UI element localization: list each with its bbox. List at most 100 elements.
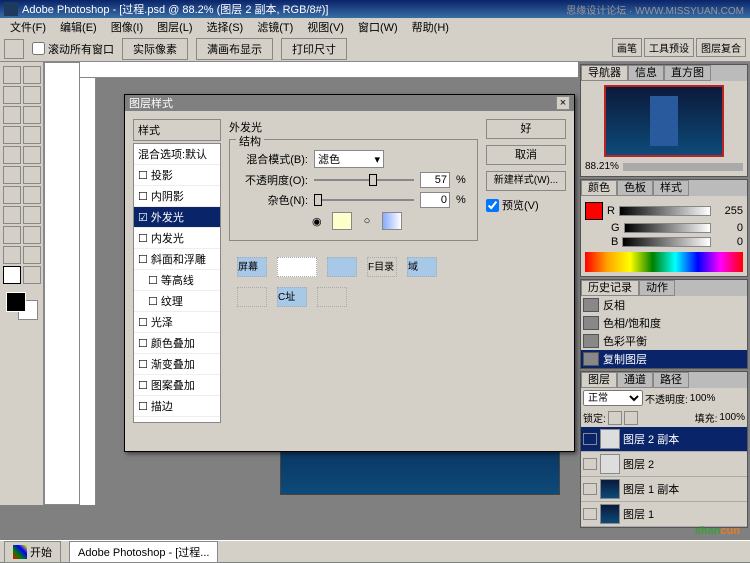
wand-tool[interactable] <box>23 86 41 104</box>
cancel-button[interactable]: 取消 <box>486 145 566 165</box>
history-item[interactable]: 色相/饱和度 <box>581 314 747 332</box>
dialog-titlebar[interactable]: 图层样式 × <box>125 95 574 111</box>
dodge-tool[interactable] <box>23 186 41 204</box>
zoom-slider[interactable] <box>623 163 743 171</box>
style-inner-shadow[interactable]: 内阴影 <box>134 186 220 207</box>
zoom-tool[interactable] <box>23 266 41 284</box>
close-icon[interactable]: × <box>556 96 570 110</box>
blend-options-item[interactable]: 混合选项:默认 <box>134 144 220 165</box>
noise-slider[interactable] <box>314 199 414 201</box>
taskbar-app-button[interactable]: Adobe Photoshop - [过程... <box>69 541 218 563</box>
tab-paths[interactable]: 路径 <box>653 372 689 388</box>
glow-color-chip[interactable] <box>332 212 352 230</box>
scroll-all-windows[interactable]: 滚动所有窗口 <box>32 41 114 57</box>
style-texture[interactable]: ☐ 纹理 <box>134 291 220 312</box>
preview-checkbox[interactable]: 预览(V) <box>486 197 566 213</box>
color-swatches[interactable] <box>6 292 38 320</box>
layer-row[interactable]: 图层 2 <box>581 452 747 477</box>
brush-tool[interactable] <box>23 126 41 144</box>
scroll-all-checkbox[interactable] <box>32 42 45 55</box>
ok-button[interactable]: 好 <box>486 119 566 139</box>
menu-layer[interactable]: 图层(L) <box>151 19 198 35</box>
stamp-tool[interactable] <box>3 146 21 164</box>
history-item[interactable]: 反相 <box>581 296 747 314</box>
r-slider[interactable] <box>619 206 711 216</box>
fit-screen-button[interactable]: 满画布显示 <box>196 38 273 60</box>
hand-tool-icon[interactable] <box>4 39 24 59</box>
style-satin[interactable]: 光泽 <box>134 312 220 333</box>
marquee-tool[interactable] <box>3 66 21 84</box>
blend-mode-select[interactable]: 正常 <box>583 390 643 406</box>
tab-styles[interactable]: 样式 <box>653 180 689 196</box>
style-color-overlay[interactable]: 颜色叠加 <box>134 333 220 354</box>
menu-window[interactable]: 窗口(W) <box>352 19 404 35</box>
tab-swatches[interactable]: 色板 <box>617 180 653 196</box>
move-tool[interactable] <box>23 66 41 84</box>
tab-histogram[interactable]: 直方图 <box>664 65 711 81</box>
hand-tool[interactable] <box>3 266 21 284</box>
layer-row-selected[interactable]: 图层 2 副本 <box>581 427 747 452</box>
lock-transparency-icon[interactable] <box>608 411 622 425</box>
heal-tool[interactable] <box>3 126 21 144</box>
menu-image[interactable]: 图像(I) <box>105 19 149 35</box>
crop-tool[interactable] <box>3 106 21 124</box>
style-pattern-overlay[interactable]: 图案叠加 <box>134 375 220 396</box>
tab-history[interactable]: 历史记录 <box>581 280 639 296</box>
color-preview[interactable] <box>585 202 603 220</box>
navigator-thumbnail[interactable] <box>604 85 724 157</box>
style-drop-shadow[interactable]: 投影 <box>134 165 220 186</box>
color-spectrum[interactable] <box>585 252 743 272</box>
lock-pixels-icon[interactable] <box>624 411 638 425</box>
tab-navigator[interactable]: 导航器 <box>581 65 628 81</box>
actual-pixels-button[interactable]: 实际像素 <box>122 38 188 60</box>
visibility-icon[interactable] <box>583 483 597 495</box>
tab-brush[interactable]: 画笔 <box>612 38 642 57</box>
menu-file[interactable]: 文件(F) <box>4 19 52 35</box>
styles-header[interactable]: 样式 <box>133 119 221 141</box>
gradient-tool[interactable] <box>23 166 41 184</box>
type-tool[interactable] <box>23 206 41 224</box>
visibility-icon[interactable] <box>583 508 597 520</box>
style-gradient-overlay[interactable]: 渐变叠加 <box>134 354 220 375</box>
print-size-button[interactable]: 打印尺寸 <box>281 38 347 60</box>
pen-tool[interactable] <box>3 226 21 244</box>
menu-filter[interactable]: 滤镜(T) <box>251 19 299 35</box>
start-button[interactable]: 开始 <box>4 541 61 563</box>
eyedropper-tool[interactable] <box>23 246 41 264</box>
menu-help[interactable]: 帮助(H) <box>406 19 455 35</box>
tab-layer-comps[interactable]: 图层复合 <box>696 38 746 57</box>
layer-row[interactable]: 图层 1 副本 <box>581 477 747 502</box>
visibility-icon[interactable] <box>583 433 597 445</box>
style-stroke[interactable]: 描边 <box>134 396 220 417</box>
new-style-button[interactable]: 新建样式(W)... <box>486 171 566 191</box>
b-slider[interactable] <box>622 237 711 247</box>
glow-gradient-chip[interactable] <box>382 212 402 230</box>
history-item[interactable]: 色彩平衡 <box>581 332 747 350</box>
notes-tool[interactable] <box>3 246 21 264</box>
visibility-icon[interactable] <box>583 458 597 470</box>
slice-tool[interactable] <box>23 106 41 124</box>
eraser-tool[interactable] <box>3 166 21 184</box>
style-bevel[interactable]: 斜面和浮雕 <box>134 249 220 270</box>
path-tool[interactable] <box>3 206 21 224</box>
tab-actions[interactable]: 动作 <box>639 280 675 296</box>
opacity-input[interactable] <box>420 172 450 188</box>
menu-view[interactable]: 视图(V) <box>301 19 350 35</box>
tab-info[interactable]: 信息 <box>628 65 664 81</box>
menu-edit[interactable]: 编辑(E) <box>54 19 103 35</box>
tab-channels[interactable]: 通道 <box>617 372 653 388</box>
tab-color[interactable]: 颜色 <box>581 180 617 196</box>
fg-color-swatch[interactable] <box>6 292 26 312</box>
style-outer-glow[interactable]: ☑ 外发光 <box>134 207 220 228</box>
lasso-tool[interactable] <box>3 86 21 104</box>
history-brush-tool[interactable] <box>23 146 41 164</box>
menu-select[interactable]: 选择(S) <box>201 19 250 35</box>
style-inner-glow[interactable]: 内发光 <box>134 228 220 249</box>
history-item-selected[interactable]: 复制图层 <box>581 350 747 368</box>
tab-tool-presets[interactable]: 工具预设 <box>644 38 694 57</box>
style-contour[interactable]: ☐ 等高线 <box>134 270 220 291</box>
opacity-slider[interactable] <box>314 179 414 181</box>
tab-layers[interactable]: 图层 <box>581 372 617 388</box>
shape-tool[interactable] <box>23 226 41 244</box>
blur-tool[interactable] <box>3 186 21 204</box>
